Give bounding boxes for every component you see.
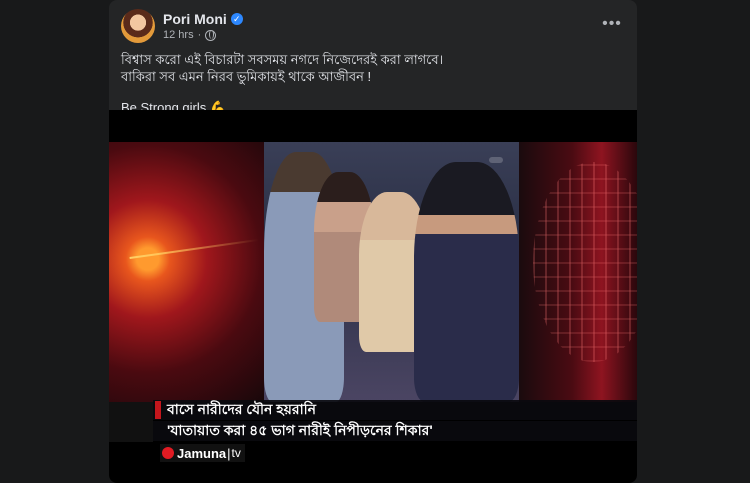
post-text: বিশ্বাস করো এই বিচারটা সবসময় নগদে নিজেদ… [121,51,621,116]
news-caption-subline: 'যাতায়াত করা ৪৫ ভাগ নারীই নিপীড়নের শিক… [153,421,637,441]
news-graphic-left [109,142,264,402]
post-time[interactable]: 12 hrs [163,29,194,41]
post-text-line2: বাকিরা সব এমন নিরব ভুমিকায়ই থাকে আজীবন … [121,69,372,84]
news-caption-headline: বাসে নারীদের যৌন হয়রানি [153,400,637,420]
jamuna-tv-logo: Jamuna | tv [160,444,245,462]
more-options-icon[interactable]: ••• [601,13,623,35]
globe-icon [205,29,217,41]
caption-line2: 'যাতায়াত করা ৪৫ ভাগ নারীই নিপীড়নের শিক… [167,422,433,438]
author-name[interactable]: Pori Moni [163,11,227,27]
verified-badge-icon: ✓ [230,13,243,25]
news-graphic-right [519,142,637,402]
post-header: Pori Moni ✓ 12 hrs · ••• [109,0,637,44]
author-name-row[interactable]: Pori Moni ✓ [163,11,243,27]
facebook-post: Pori Moni ✓ 12 hrs · ••• বিশ্বাস করো এই … [109,0,637,483]
video-footage [264,142,519,402]
post-meta: 12 hrs · [163,29,217,41]
author-avatar[interactable] [121,9,155,43]
post-text-line1: বিশ্বাস করো এই বিচারটা সবসময় নগদে নিজেদ… [121,52,444,67]
video-player[interactable]: বাসে নারীদের যৌন হয়রানি 'যাতায়াত করা ৪… [109,110,637,483]
jamuna-logo-icon [162,447,174,459]
